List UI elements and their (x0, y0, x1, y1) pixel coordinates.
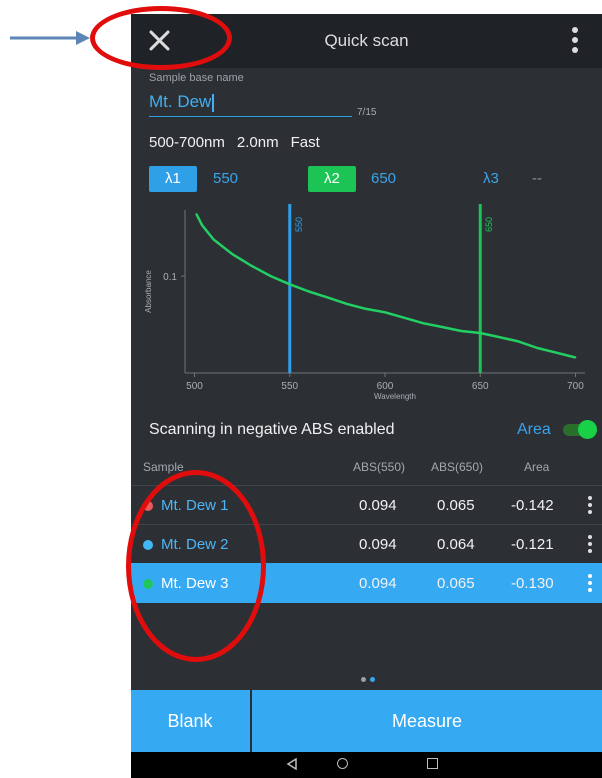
data-point (231, 253, 234, 256)
recent-apps-icon[interactable] (427, 758, 438, 769)
x-tick-label: 650 (472, 381, 489, 392)
x-tick-label: 500 (186, 381, 203, 392)
y-tick-label: 0.1 (163, 272, 177, 283)
lambda-1-value[interactable]: 550 (213, 170, 238, 187)
area-toggle[interactable] (561, 420, 597, 440)
sample-name-label: Sample base name (149, 72, 244, 84)
negative-abs-label: Scanning in negative ABS enabled (149, 421, 395, 438)
marker-label-550: 550 (294, 217, 304, 232)
header-abs650: ABS(650) (431, 460, 484, 474)
sample-color-dot (143, 579, 153, 589)
absorbance-series-line (195, 213, 576, 359)
x-tick-label: 600 (377, 381, 394, 392)
abs550-value: 0.094 (359, 575, 397, 592)
data-point (307, 290, 310, 293)
data-point (422, 322, 424, 325)
data-point (201, 224, 204, 227)
header-abs550: ABS(550) (353, 460, 406, 474)
page-title: Quick scan (324, 31, 409, 50)
bottom-action-bar: Blank Measure (131, 690, 602, 752)
row-menu-icon[interactable] (586, 574, 594, 594)
data-point (479, 332, 482, 334)
sample-name: Mt. Dew 2 (161, 536, 229, 553)
data-point (195, 213, 198, 215)
sample-name: Mt. Dew 1 (161, 497, 229, 514)
sample-color-dot (143, 540, 153, 550)
y-axis-label: Absorbance (144, 270, 153, 313)
data-point (384, 311, 386, 314)
abs650-value: 0.065 (437, 575, 475, 592)
sample-name-value: Mt. Dew (149, 92, 212, 111)
toggle-thumb (578, 420, 597, 439)
data-point (574, 356, 577, 359)
sample-name: Mt. Dew 3 (161, 575, 229, 592)
character-counter: 7/15 (357, 107, 377, 118)
area-value: -0.130 (511, 575, 554, 592)
home-icon[interactable] (337, 758, 348, 769)
row-menu-icon[interactable] (586, 535, 594, 555)
data-point (326, 296, 329, 299)
phone-screen: Quick scan Sample base name Mt. Dew 7/15… (131, 14, 602, 778)
top-app-bar: Quick scan (131, 14, 602, 68)
table-header: Sample ABS(550) ABS(650) Area (131, 452, 602, 484)
measure-button[interactable]: Measure (252, 690, 602, 752)
back-icon[interactable] (286, 758, 298, 770)
abs650-value: 0.064 (437, 536, 475, 553)
lambda-3-value[interactable]: -- (532, 170, 542, 187)
page-dot (361, 677, 366, 682)
header-area: Area (524, 460, 550, 474)
data-point (517, 340, 520, 343)
x-tick-label: 550 (281, 381, 298, 392)
scan-parameters[interactable]: 500-700nm 2.0nm Fast (149, 134, 332, 151)
table-row-selected[interactable]: Mt. Dew 3 0.094 0.065 -0.130 (131, 563, 602, 603)
area-toggle-label: Area (517, 421, 551, 438)
area-value: -0.142 (511, 497, 554, 514)
scan-step: 2.0nm (236, 134, 279, 151)
lambda-3-chip[interactable]: λ3 (467, 166, 515, 192)
wavelength-range: 500-700nm (149, 134, 225, 151)
page-indicator (359, 677, 379, 685)
data-point (555, 351, 558, 354)
lambda-2-chip[interactable]: λ2 (308, 166, 356, 192)
annotation-arrow (10, 31, 90, 45)
data-point (212, 238, 215, 241)
data-point (346, 303, 348, 305)
lambda-2-value[interactable]: 650 (371, 170, 396, 187)
data-point (403, 316, 405, 319)
absorbance-chart: 500 550 600 650 700 0.1 Wavelength Absorbance 55… (144, 204, 585, 401)
table-row[interactable]: Mt. Dew 2 0.094 0.064 -0.121 (131, 524, 602, 564)
x-tick-label: 700 (567, 381, 584, 392)
header-sample: Sample (143, 460, 184, 474)
data-point (269, 275, 272, 278)
data-point (536, 347, 539, 349)
text-caret (212, 93, 214, 112)
table-row[interactable]: Mt. Dew 1 0.094 0.065 -0.142 (131, 485, 602, 525)
data-point (288, 283, 291, 286)
marker-label-650: 650 (484, 217, 494, 232)
page-dot-active (370, 677, 375, 682)
data-point (498, 336, 501, 339)
area-value: -0.121 (511, 536, 554, 553)
abs550-value: 0.094 (359, 497, 397, 514)
more-options-icon[interactable] (567, 26, 583, 54)
abs650-value: 0.065 (437, 497, 475, 514)
lambda-1-chip[interactable]: λ1 (149, 166, 197, 192)
data-point (250, 265, 253, 267)
data-point (460, 330, 463, 332)
abs550-value: 0.094 (359, 536, 397, 553)
data-point (365, 308, 367, 310)
row-menu-icon[interactable] (586, 496, 594, 516)
data-point (441, 326, 444, 328)
x-axis-label: Wavelength (374, 392, 416, 401)
sample-name-input[interactable]: Mt. Dew (149, 90, 352, 117)
system-navigation-bar (131, 752, 602, 778)
scan-speed: Fast (290, 134, 320, 151)
sample-color-dot (143, 501, 153, 511)
blank-button[interactable]: Blank (131, 690, 249, 752)
